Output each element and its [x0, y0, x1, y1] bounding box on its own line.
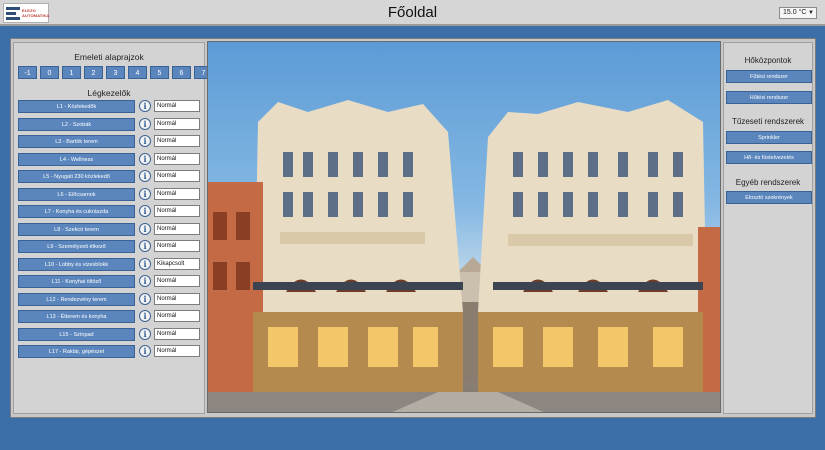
status-field: Normál: [154, 170, 200, 182]
ventilation-row: L3 - Bartók terem i Normál: [18, 135, 204, 148]
status-field: Normál: [154, 310, 200, 322]
info-icon[interactable]: i: [139, 152, 151, 165]
status-field: Normál: [154, 327, 200, 340]
status-field: Normál: [154, 275, 200, 287]
floor-button[interactable]: -1: [18, 66, 37, 79]
ventilation-unit-button[interactable]: L9 - Személyzeti étkező: [18, 240, 135, 253]
fire-systems-title: Tűzeseti rendszerek: [731, 117, 805, 126]
status-field: Normál: [154, 222, 200, 235]
ventilation-row: L2 - Szobák i Normál: [18, 117, 204, 131]
info-icon[interactable]: i: [139, 240, 151, 252]
smoke-extraction-button[interactable]: Hő- és füstelvezetés: [726, 151, 812, 164]
floor-button[interactable]: 2: [84, 66, 103, 79]
status-field: Kikapcsolt: [154, 257, 200, 270]
floor-plans-title: Emeleti alaprajzok: [74, 52, 144, 62]
ventilation-row: L17 - Raktár, gépészet i Normál: [18, 345, 204, 358]
info-icon[interactable]: i: [139, 292, 151, 305]
left-panel: Emeleti alaprajzok -1 0 1 2 3 4 5 6 7 Légkezelők…: [13, 42, 213, 414]
ventilation-list: L1 - Közlekedők i Normál L2 - Szobák i Normál…: [18, 100, 204, 363]
ventilation-row: L11 - Konyhai öltöző i Normál: [18, 275, 204, 288]
status-field: Normál: [154, 100, 200, 112]
status-field: Normál: [154, 117, 200, 130]
info-icon[interactable]: i: [139, 135, 151, 147]
ventilation-unit-button[interactable]: L11 - Konyhai öltöző: [18, 275, 135, 288]
chevron-down-icon: ▼: [808, 10, 814, 16]
floor-button[interactable]: 0: [40, 66, 59, 79]
floor-button[interactable]: 3: [106, 66, 125, 79]
floor-button[interactable]: 1: [62, 66, 81, 79]
ventilation-row: L10 - Lobby és vizesblokk i Kikapcsolt: [18, 257, 204, 271]
header-bar: ELEZO AUTOMATIKA Főoldal 15.0 °C ▼: [0, 0, 825, 26]
floor-button[interactable]: 4: [128, 66, 147, 79]
ventilation-unit-button[interactable]: L12 - Rendezvény terem: [18, 292, 135, 306]
ventilation-unit-button[interactable]: L1 - Közlekedők: [18, 100, 135, 113]
status-field: Normál: [154, 205, 200, 217]
info-icon[interactable]: i: [139, 327, 151, 340]
ventilation-row: L5 - Nyugati 230 közlekedő i Normál: [18, 170, 204, 183]
ventilation-unit-button[interactable]: L8 - Szekcó terem: [18, 222, 135, 236]
cooling-system-button[interactable]: Hűtési rendszer: [726, 91, 812, 104]
ventilation-unit-button[interactable]: L6 - Előcsarnok: [18, 187, 135, 201]
info-icon[interactable]: i: [139, 257, 151, 270]
ventilation-unit-button[interactable]: L7 - Konyha és cukrászda: [18, 205, 135, 218]
ventilation-unit-button[interactable]: L3 - Bartók terem: [18, 135, 135, 148]
building-photo: [207, 41, 721, 413]
status-field: Normál: [154, 345, 200, 357]
status-field: Normál: [154, 135, 200, 147]
ventilation-unit-button[interactable]: L5 - Nyugati 230 közlekedő: [18, 170, 135, 183]
page-title: Főoldal: [387, 4, 438, 21]
ventilation-row: L15 - Színpad i Normál: [18, 327, 204, 341]
info-icon[interactable]: i: [139, 187, 151, 200]
heat-centers-title: Hőközpontok: [744, 56, 792, 65]
info-icon[interactable]: i: [139, 100, 151, 112]
temperature-select[interactable]: 15.0 °C ▼: [779, 7, 817, 19]
status-field: Normál: [154, 152, 200, 165]
floor-buttons: -1 0 1 2 3 4 5 6 7: [18, 66, 213, 79]
floor-button[interactable]: 5: [150, 66, 169, 79]
floor-button[interactable]: 6: [172, 66, 191, 79]
ventilation-row: L12 - Rendezvény terem i Normál: [18, 292, 204, 306]
info-icon[interactable]: i: [139, 222, 151, 235]
info-icon[interactable]: i: [139, 117, 151, 130]
info-icon[interactable]: i: [139, 170, 151, 182]
ventilation-row: L13 - Étterem és konyha i Normál: [18, 310, 204, 323]
ventilation-unit-button[interactable]: L10 - Lobby és vizesblokk: [18, 257, 135, 271]
building-illustration: [208, 100, 720, 412]
right-panel: Hőközpontok Fűtési rendszer Hűtési rends…: [723, 42, 813, 414]
info-icon[interactable]: i: [139, 345, 151, 357]
ventilation-unit-button[interactable]: L4 - Wellness: [18, 152, 135, 166]
ventilation-unit-button[interactable]: L17 - Raktár, gépészet: [18, 345, 135, 358]
status-field: Normál: [154, 187, 200, 200]
ventilation-row: L7 - Konyha és cukrászda i Normál: [18, 205, 204, 218]
sprinkler-button[interactable]: Sprinkler: [726, 131, 812, 144]
other-systems-title: Egyéb rendszerek: [735, 178, 801, 187]
heating-system-button[interactable]: Fűtési rendszer: [726, 70, 812, 83]
info-icon[interactable]: i: [139, 275, 151, 287]
ventilation-row: L9 - Személyzeti étkező i Normál: [18, 240, 204, 253]
ventilation-title: Légkezelők: [87, 88, 131, 98]
ventilation-unit-button[interactable]: L15 - Színpad: [18, 327, 135, 341]
temperature-value: 15.0 °C: [783, 9, 807, 16]
ventilation-row: L1 - Közlekedők i Normál: [18, 100, 204, 113]
status-field: Normál: [154, 240, 200, 252]
ventilation-row: L4 - Wellness i Normál: [18, 152, 204, 166]
ventilation-unit-button[interactable]: L13 - Étterem és konyha: [18, 310, 135, 323]
ventilation-unit-button[interactable]: L2 - Szobák: [18, 117, 135, 131]
info-icon[interactable]: i: [139, 310, 151, 322]
distribution-cabinets-button[interactable]: Elosztó szekrények: [726, 191, 812, 204]
status-field: Normál: [154, 292, 200, 305]
ventilation-row: L8 - Szekcó terem i Normál: [18, 222, 204, 236]
info-icon[interactable]: i: [139, 205, 151, 217]
ventilation-row: L6 - Előcsarnok i Normál: [18, 187, 204, 201]
